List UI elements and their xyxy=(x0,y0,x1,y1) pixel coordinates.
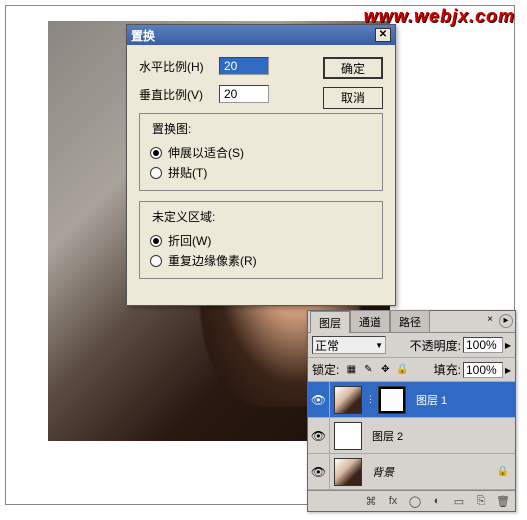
panel-menu-icon[interactable]: ▸ xyxy=(499,314,513,328)
layer-name[interactable]: 图层 1 xyxy=(410,392,515,408)
opacity-input[interactable]: 100% xyxy=(463,337,503,353)
radio-icon xyxy=(150,147,162,159)
layer-thumbnail[interactable] xyxy=(334,458,362,486)
chevron-right-icon[interactable]: ▸ xyxy=(505,338,511,352)
link-layers-icon[interactable]: ⌘ xyxy=(363,494,379,508)
layers-list: 👁 ⋮ 图层 1 👁 图层 2 👁 背景🔒 xyxy=(308,382,515,490)
panel-tabs: 图层 通道 路径 × ▸ xyxy=(308,311,515,333)
undefined-areas-legend: 未定义区域: xyxy=(150,208,217,225)
layer-fx-icon[interactable]: fx xyxy=(385,494,401,508)
wrap-around-option[interactable]: 折回(W) xyxy=(150,232,372,249)
layer-thumbnail[interactable] xyxy=(334,386,362,414)
visibility-eye-icon[interactable]: 👁 xyxy=(308,454,330,489)
displacement-map-legend: 置换图: xyxy=(150,120,193,137)
displace-dialog: 置换 ✕ 水平比例(H) 垂直比例(V) 确定 取消 置换图: 伸展以适合(S)… xyxy=(126,24,396,306)
vertical-scale-label: 垂直比例(V) xyxy=(139,86,219,103)
tab-layers[interactable]: 图层 xyxy=(310,311,350,333)
blend-mode-select[interactable]: 正常 ▼ xyxy=(312,336,386,354)
lock-all-icon[interactable]: 🔒 xyxy=(395,363,409,377)
displacement-map-group: 置换图: 伸展以适合(S) 拼贴(T) xyxy=(139,113,383,191)
layer-name[interactable]: 图层 2 xyxy=(366,428,515,444)
lock-transparent-icon[interactable]: ▦ xyxy=(344,363,358,377)
link-icon[interactable]: ⋮ xyxy=(366,394,374,405)
ok-button[interactable]: 确定 xyxy=(323,57,383,79)
tile-label: 拼贴(T) xyxy=(168,164,207,181)
horizontal-scale-label: 水平比例(H) xyxy=(139,58,219,75)
repeat-edge-option[interactable]: 重复边缘像素(R) xyxy=(150,252,372,269)
panel-close-icon[interactable]: × xyxy=(483,314,497,328)
lock-move-icon[interactable]: ✥ xyxy=(378,363,392,377)
fill-value: 100% xyxy=(466,363,497,377)
lock-brush-icon[interactable]: ✎ xyxy=(361,363,375,377)
radio-icon xyxy=(150,235,162,247)
dialog-titlebar[interactable]: 置换 ✕ xyxy=(127,25,395,45)
tile-option[interactable]: 拼贴(T) xyxy=(150,164,372,181)
cancel-button[interactable]: 取消 xyxy=(323,87,383,109)
repeat-label: 重复边缘像素(R) xyxy=(168,252,257,269)
undefined-areas-group: 未定义区域: 折回(W) 重复边缘像素(R) xyxy=(139,201,383,279)
vertical-scale-input[interactable] xyxy=(219,85,269,103)
radio-icon xyxy=(150,255,162,267)
opacity-label: 不透明度: xyxy=(410,337,461,354)
wrap-label: 折回(W) xyxy=(168,232,211,249)
layer-name[interactable]: 背景 xyxy=(366,464,497,480)
dialog-title: 置换 xyxy=(131,27,375,44)
stretch-to-fit-option[interactable]: 伸展以适合(S) xyxy=(150,144,372,161)
delete-layer-icon[interactable]: 🗑 xyxy=(495,494,511,508)
opacity-value: 100% xyxy=(466,338,497,352)
visibility-eye-icon[interactable]: 👁 xyxy=(308,418,330,453)
layer-thumbnail[interactable] xyxy=(334,422,362,450)
visibility-eye-icon[interactable]: 👁 xyxy=(308,382,330,417)
layer-row[interactable]: 👁 ⋮ 图层 1 xyxy=(308,382,515,418)
panel-footer: ⌘ fx ◯ ◐ ▭ ⎘ 🗑 xyxy=(308,490,515,511)
layer-row[interactable]: 👁 图层 2 xyxy=(308,418,515,454)
radio-icon xyxy=(150,167,162,179)
fill-label: 填充: xyxy=(434,361,461,378)
blend-mode-value: 正常 xyxy=(315,337,339,354)
tab-paths[interactable]: 路径 xyxy=(390,310,430,332)
lock-label: 锁定: xyxy=(312,361,339,378)
add-mask-icon[interactable]: ◯ xyxy=(407,494,423,508)
tab-channels[interactable]: 通道 xyxy=(350,310,390,332)
lock-icon: 🔒 xyxy=(497,466,509,477)
chevron-right-icon[interactable]: ▸ xyxy=(505,363,511,377)
chevron-down-icon: ▼ xyxy=(375,341,383,350)
layers-panel: 图层 通道 路径 × ▸ 正常 ▼ 不透明度: 100% ▸ 锁定: ▦ ✎ ✥… xyxy=(307,310,516,512)
layer-row[interactable]: 👁 背景🔒 xyxy=(308,454,515,490)
fill-input[interactable]: 100% xyxy=(463,362,503,378)
group-icon[interactable]: ▭ xyxy=(451,494,467,508)
horizontal-scale-input[interactable] xyxy=(219,57,269,75)
new-layer-icon[interactable]: ⎘ xyxy=(473,494,489,508)
close-icon[interactable]: ✕ xyxy=(375,28,391,42)
adjustment-layer-icon[interactable]: ◐ xyxy=(429,494,445,508)
mask-thumbnail[interactable] xyxy=(378,386,406,414)
stretch-label: 伸展以适合(S) xyxy=(168,144,244,161)
